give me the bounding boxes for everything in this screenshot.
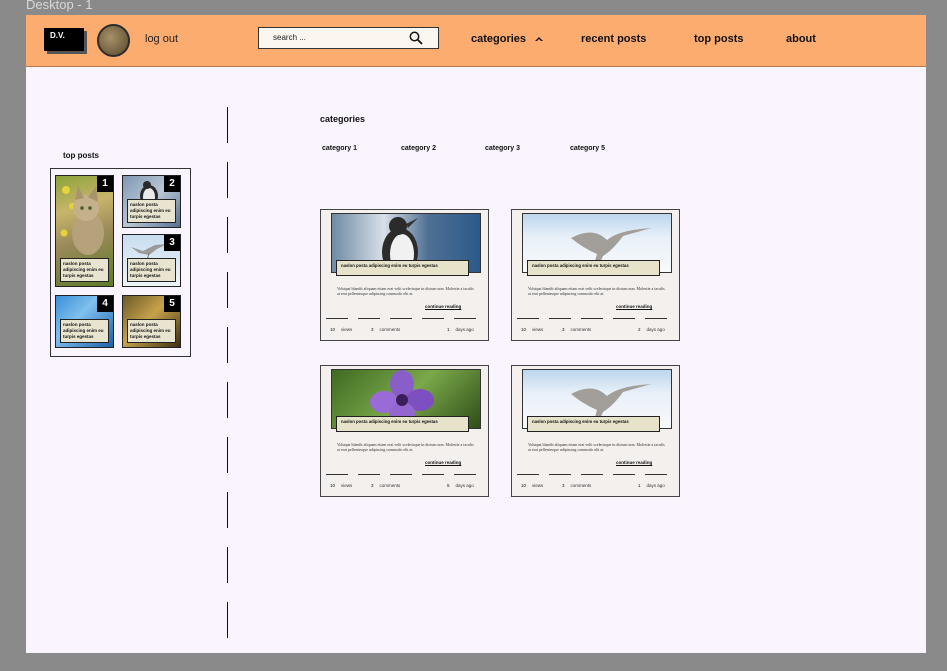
continue-reading-link[interactable]: continue reading [425, 460, 461, 465]
avatar[interactable] [97, 24, 130, 57]
categories-heading: categories [320, 114, 366, 124]
views-count: 10 views [521, 483, 544, 488]
category-link-2[interactable]: category 2 [401, 145, 436, 152]
chevron-up-icon [535, 37, 544, 42]
days-ago: 1 days ago [638, 483, 665, 488]
continue-reading-link[interactable]: continue reading [616, 304, 652, 309]
top-post-caption: naslon posta adipiscing enim eu turpis e… [127, 319, 176, 343]
rank-badge: 1 [97, 176, 113, 192]
separator-lines [326, 318, 482, 320]
site-logo[interactable]: D.V. [44, 28, 84, 51]
post-title: naslon posta adipiscing enim eu turpis e… [336, 416, 469, 432]
search-box[interactable] [258, 27, 439, 49]
comments-count: 3 comments [562, 327, 592, 332]
continue-reading-link[interactable]: continue reading [616, 460, 652, 465]
post-card-1[interactable]: naslon posta adipiscing enim eu turpis e… [320, 209, 489, 341]
category-link-5[interactable]: category 5 [570, 145, 605, 152]
top-post-card-5[interactable]: 5 naslon posta adipiscing enim eu turpis… [122, 295, 181, 348]
nav-categories-label: categories [471, 33, 527, 45]
post-title: naslon posta adipiscing enim eu turpis e… [527, 260, 660, 276]
top-posts-panel: 1 naslon posta adipiscing enim eu turpis… [50, 168, 191, 357]
post-card-2[interactable]: naslon posta adipiscing enim eu turpis e… [511, 209, 680, 341]
continue-reading-link[interactable]: continue reading [425, 304, 461, 309]
rank-badge: 3 [164, 235, 180, 251]
views-count: 10 views [330, 483, 353, 488]
views-count: 10 views [330, 327, 353, 332]
category-link-3[interactable]: category 3 [485, 145, 520, 152]
nav-about[interactable]: about [786, 33, 816, 45]
views-count: 10 views [521, 327, 544, 332]
nav-top-posts[interactable]: top posts [694, 33, 744, 45]
page: D.V. log out categories recent posts top… [26, 15, 926, 653]
rank-badge: 2 [164, 176, 180, 192]
top-post-caption: naslon posta adipiscing enim eu turpis e… [60, 319, 109, 343]
post-excerpt: Volutpat blandit aliquam etiam erat veli… [528, 442, 665, 452]
top-post-caption: naslon posta adipiscing enim eu turpis e… [127, 199, 176, 223]
search-icon[interactable] [409, 31, 423, 45]
frame-title: Desktop - 1 [26, 0, 93, 12]
comments-count: 3 comments [371, 483, 401, 488]
logo-text: D.V. [50, 31, 65, 40]
rank-badge: 5 [164, 296, 180, 312]
top-post-card-3[interactable]: 3 naslon posta adipiscing enim eu turpis… [122, 234, 181, 287]
rank-badge: 4 [97, 296, 113, 312]
comments-count: 3 comments [371, 327, 401, 332]
post-card-3[interactable]: naslon posta adipiscing enim eu turpis e… [320, 365, 489, 497]
days-ago: 2 days ago [638, 327, 665, 332]
days-ago: 5 days ago [447, 483, 474, 488]
days-ago: 1 days ago [447, 327, 474, 332]
separator-lines [326, 474, 482, 476]
post-title: naslon posta adipiscing enim eu turpis e… [336, 260, 469, 276]
top-post-card-2[interactable]: 2 naslon posta adipiscing enim eu turpis… [122, 175, 181, 228]
post-card-4[interactable]: naslon posta adipiscing enim eu turpis e… [511, 365, 680, 497]
separator-lines [517, 474, 673, 476]
top-post-caption: naslon posta adipiscing enim eu turpis e… [127, 258, 176, 282]
top-post-card-1[interactable]: 1 naslon posta adipiscing enim eu turpis… [55, 175, 114, 287]
logout-link[interactable]: log out [145, 33, 178, 45]
post-excerpt: Volutpat blandit aliquam etiam erat veli… [337, 286, 474, 296]
post-excerpt: Volutpat blandit aliquam etiam erat veli… [528, 286, 665, 296]
top-post-caption: naslon posta adipiscing enim eu turpis e… [60, 258, 109, 282]
nav-categories[interactable]: categories [471, 33, 544, 45]
top-post-card-4[interactable]: 4 naslon posta adipiscing enim eu turpis… [55, 295, 114, 348]
nav-recent-posts[interactable]: recent posts [581, 33, 646, 45]
post-title: naslon posta adipiscing enim eu turpis e… [527, 416, 660, 432]
category-link-1[interactable]: category 1 [322, 145, 357, 152]
separator-lines [517, 318, 673, 320]
comments-count: 3 comments [562, 483, 592, 488]
header-bar: D.V. log out categories recent posts top… [26, 15, 926, 67]
top-posts-heading: top posts [63, 151, 99, 160]
post-excerpt: Volutpat blandit aliquam etiam erat veli… [337, 442, 474, 452]
search-input[interactable] [273, 32, 393, 43]
